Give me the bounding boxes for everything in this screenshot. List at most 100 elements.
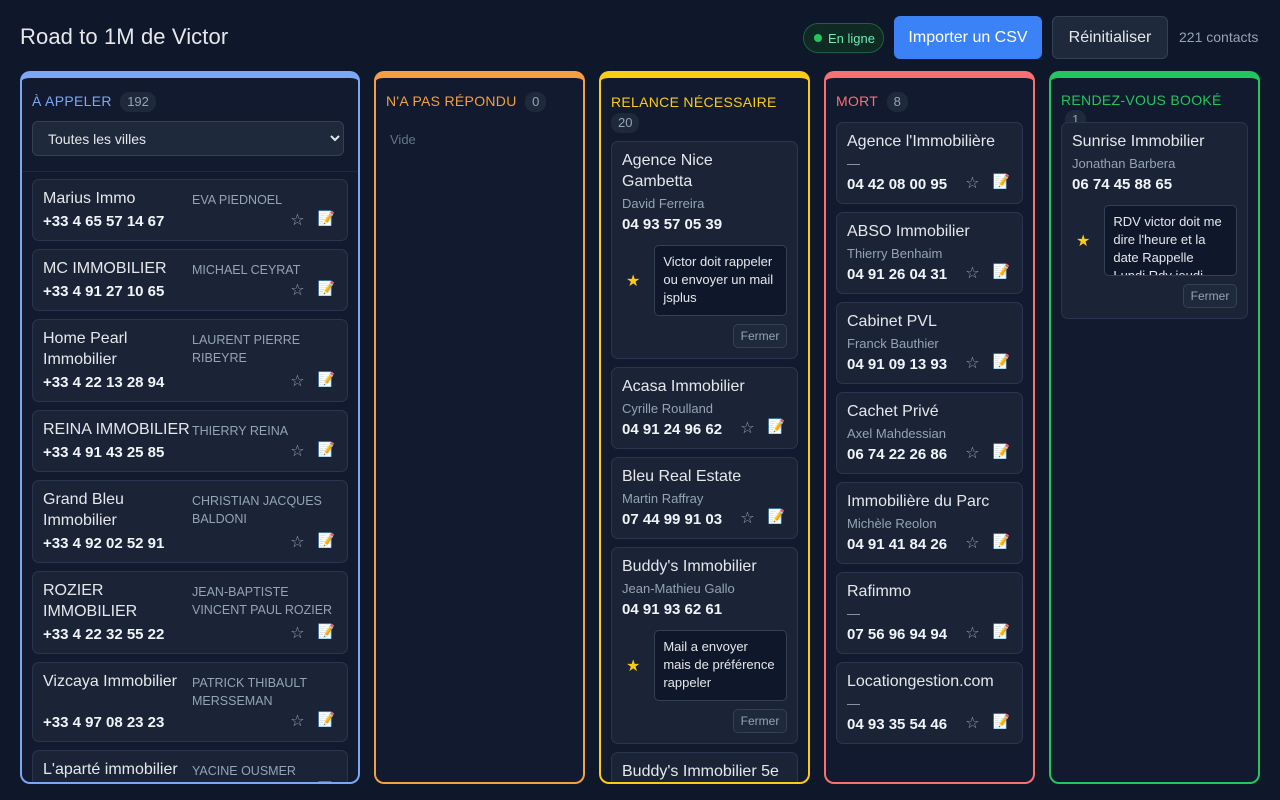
reset-button[interactable]: Réinitialiser: [1052, 16, 1168, 59]
contact-name: Thierry Benhaim: [847, 246, 943, 261]
card-header-row: ROZIER IMMOBILIER JEAN-BAPTISTE VINCENT P…: [43, 580, 337, 622]
star-icon[interactable]: ☆: [965, 173, 979, 193]
card-actions: ☆📝: [740, 418, 785, 438]
note-icon[interactable]: 📝: [993, 263, 1010, 283]
card-actions: ☆📝: [290, 371, 335, 391]
note-icon[interactable]: 📝: [318, 280, 335, 300]
contact-card[interactable]: Marius Immo EVA PIEDNOEL +33 4 65 57 14 67…: [32, 179, 348, 241]
company-name: ROZIER IMMOBILIER: [43, 582, 138, 620]
contact-card[interactable]: Immobilière du Parc Michèle Reolon 04 91 4…: [836, 482, 1023, 564]
note-icon[interactable]: 📝: [993, 353, 1010, 373]
note-icon[interactable]: 📝: [318, 623, 335, 643]
card-actions: ☆📝: [965, 533, 1010, 553]
card-header-row: REINA IMMOBILIER THIERRY REINA: [43, 419, 337, 440]
note-icon[interactable]: 📝: [318, 210, 335, 230]
contact-name: Michèle Reolon: [847, 516, 937, 531]
page-title: Road to 1M de Victor: [20, 24, 229, 49]
star-icon[interactable]: ☆: [965, 353, 979, 373]
close-note-button[interactable]: Fermer: [1183, 284, 1237, 308]
contact-card[interactable]: ROZIER IMMOBILIER JEAN-BAPTISTE VINCENT P…: [32, 571, 348, 654]
contact-card[interactable]: ABSO Immobilier Thierry Benhaim 04 91 26 0…: [836, 212, 1023, 294]
star-icon[interactable]: ☆: [290, 280, 304, 300]
contact-card[interactable]: Agence l'Immobilière —04 42 08 00 95 ☆ 📝: [836, 122, 1023, 204]
card-list: Agence l'Immobilière —04 42 08 00 95 ☆ 📝 ABS…: [836, 122, 1023, 782]
online-dot-icon: [814, 34, 822, 42]
star-icon[interactable]: ☆: [290, 532, 304, 552]
star-icon[interactable]: ☆: [290, 711, 304, 731]
star-icon[interactable]: ☆: [740, 508, 754, 528]
star-filled-icon[interactable]: ★: [626, 271, 640, 291]
note-icon[interactable]: 📝: [318, 781, 335, 782]
note-icon[interactable]: 📝: [993, 173, 1010, 193]
contact-name: —: [847, 696, 860, 711]
star-icon[interactable]: ☆: [965, 623, 979, 643]
note-icon[interactable]: 📝: [993, 713, 1010, 733]
company-name: Cabinet PVL: [847, 313, 937, 330]
company-name: Buddy's Immobilier: [622, 558, 757, 575]
contact-card[interactable]: Acasa Immobilier Cyrille Roulland 04 91 24…: [611, 367, 798, 449]
star-filled-icon[interactable]: ★: [626, 656, 640, 676]
note-area: ★: [622, 245, 787, 316]
note-icon[interactable]: 📝: [318, 711, 335, 731]
column-title: Mort: [836, 93, 879, 109]
contact-card[interactable]: MC IMMOBILIER MICHAEL CEYRAT +33 4 91 27 1…: [32, 249, 348, 311]
divider: [22, 171, 358, 172]
star-icon[interactable]: ☆: [290, 210, 304, 230]
contact-card[interactable]: REINA IMMOBILIER THIERRY REINA +33 4 91 43…: [32, 410, 348, 472]
star-icon[interactable]: ☆: [965, 263, 979, 283]
top-bar: Road to 1M de Victor En ligne Importer u…: [0, 0, 1280, 72]
contact-card[interactable]: Grand Bleu Immobilier CHRISTIAN JACQUES B…: [32, 480, 348, 563]
company-name: Marius Immo: [43, 190, 136, 207]
card-actions: ☆📝: [290, 781, 335, 782]
card-actions: ☆📝: [965, 623, 1010, 643]
card-actions: ☆📝: [965, 263, 1010, 283]
star-icon[interactable]: ☆: [290, 441, 304, 461]
company-name: Rafimmo: [847, 583, 912, 600]
close-note-button[interactable]: Fermer: [733, 324, 787, 348]
note-textarea[interactable]: [654, 630, 787, 701]
star-icon[interactable]: ☆: [290, 371, 304, 391]
note-icon[interactable]: 📝: [993, 623, 1010, 643]
close-note-button[interactable]: Fermer: [733, 709, 787, 733]
contact-card[interactable]: Sunrise Immobilier Jonathan Barbera 06 74 …: [1061, 122, 1248, 319]
column-title: Relance nécessaire: [611, 94, 777, 110]
note-textarea[interactable]: [1104, 205, 1237, 276]
star-icon[interactable]: ☆: [965, 713, 979, 733]
column-rendez-vous-booke: Rendez-vous booké 1 Sunrise Immobilier Jo…: [1049, 71, 1260, 784]
contact-card[interactable]: Buddy's Immobilier 5e: [611, 752, 798, 782]
note-icon[interactable]: 📝: [318, 441, 335, 461]
contact-card[interactable]: Agence Nice Gambetta David Ferreira 04 93 …: [611, 141, 798, 359]
column-mort: Mort 8 Agence l'Immobilière —04 42 08 00 …: [824, 71, 1035, 784]
note-icon[interactable]: 📝: [318, 371, 335, 391]
contact-name: Franck Bauthier: [847, 336, 939, 351]
card-header-row: Marius Immo EVA PIEDNOEL: [43, 188, 337, 209]
star-icon[interactable]: ☆: [740, 418, 754, 438]
contact-card[interactable]: Cachet Privé Axel Mahdessian 06 74 22 26 8…: [836, 392, 1023, 474]
column-title: N'a pas répondu: [386, 93, 517, 109]
note-icon[interactable]: 📝: [318, 532, 335, 552]
contact-card[interactable]: Bleu Real Estate Martin Raffray 07 44 99 9…: [611, 457, 798, 539]
star-icon[interactable]: ☆: [290, 781, 304, 782]
contact-card[interactable]: Vizcaya Immobilier PATRICK THIBAULT MERSS…: [32, 662, 348, 742]
star-icon[interactable]: ☆: [965, 533, 979, 553]
import-csv-button[interactable]: Importer un CSV: [894, 16, 1042, 59]
contact-card[interactable]: Locationgestion.com —04 93 35 54 46 ☆ 📝: [836, 662, 1023, 744]
note-textarea[interactable]: [654, 245, 787, 316]
city-filter-select[interactable]: Toutes les villes: [32, 121, 344, 156]
contact-card[interactable]: Rafimmo —07 56 96 94 94 ☆ 📝: [836, 572, 1023, 654]
contact-card[interactable]: Cabinet PVL Franck Bauthier 04 91 09 13 93…: [836, 302, 1023, 384]
contact-card[interactable]: Home Pearl Immobilier LAURENT PIERRE RIBE…: [32, 319, 348, 402]
note-icon[interactable]: 📝: [768, 418, 785, 438]
star-icon[interactable]: ☆: [290, 623, 304, 643]
company-name: Sunrise Immobilier: [1072, 133, 1205, 150]
contact-card[interactable]: L'aparté immobilierYACINE OUSMER+33 6 07…: [32, 750, 348, 782]
star-filled-icon[interactable]: ★: [1076, 231, 1090, 251]
column-na-pas-repondu: N'a pas répondu 0 Vide: [374, 71, 585, 784]
contact-card[interactable]: Buddy's Immobilier Jean-Mathieu Gallo 04 9…: [611, 547, 798, 744]
note-icon[interactable]: 📝: [993, 533, 1010, 553]
note-icon[interactable]: 📝: [993, 443, 1010, 463]
column-relance-necessaire: Relance nécessaire 20 Agence Nice Gambet…: [599, 71, 810, 784]
card-actions: ☆📝: [290, 711, 335, 731]
note-icon[interactable]: 📝: [768, 508, 785, 528]
star-icon[interactable]: ☆: [965, 443, 979, 463]
